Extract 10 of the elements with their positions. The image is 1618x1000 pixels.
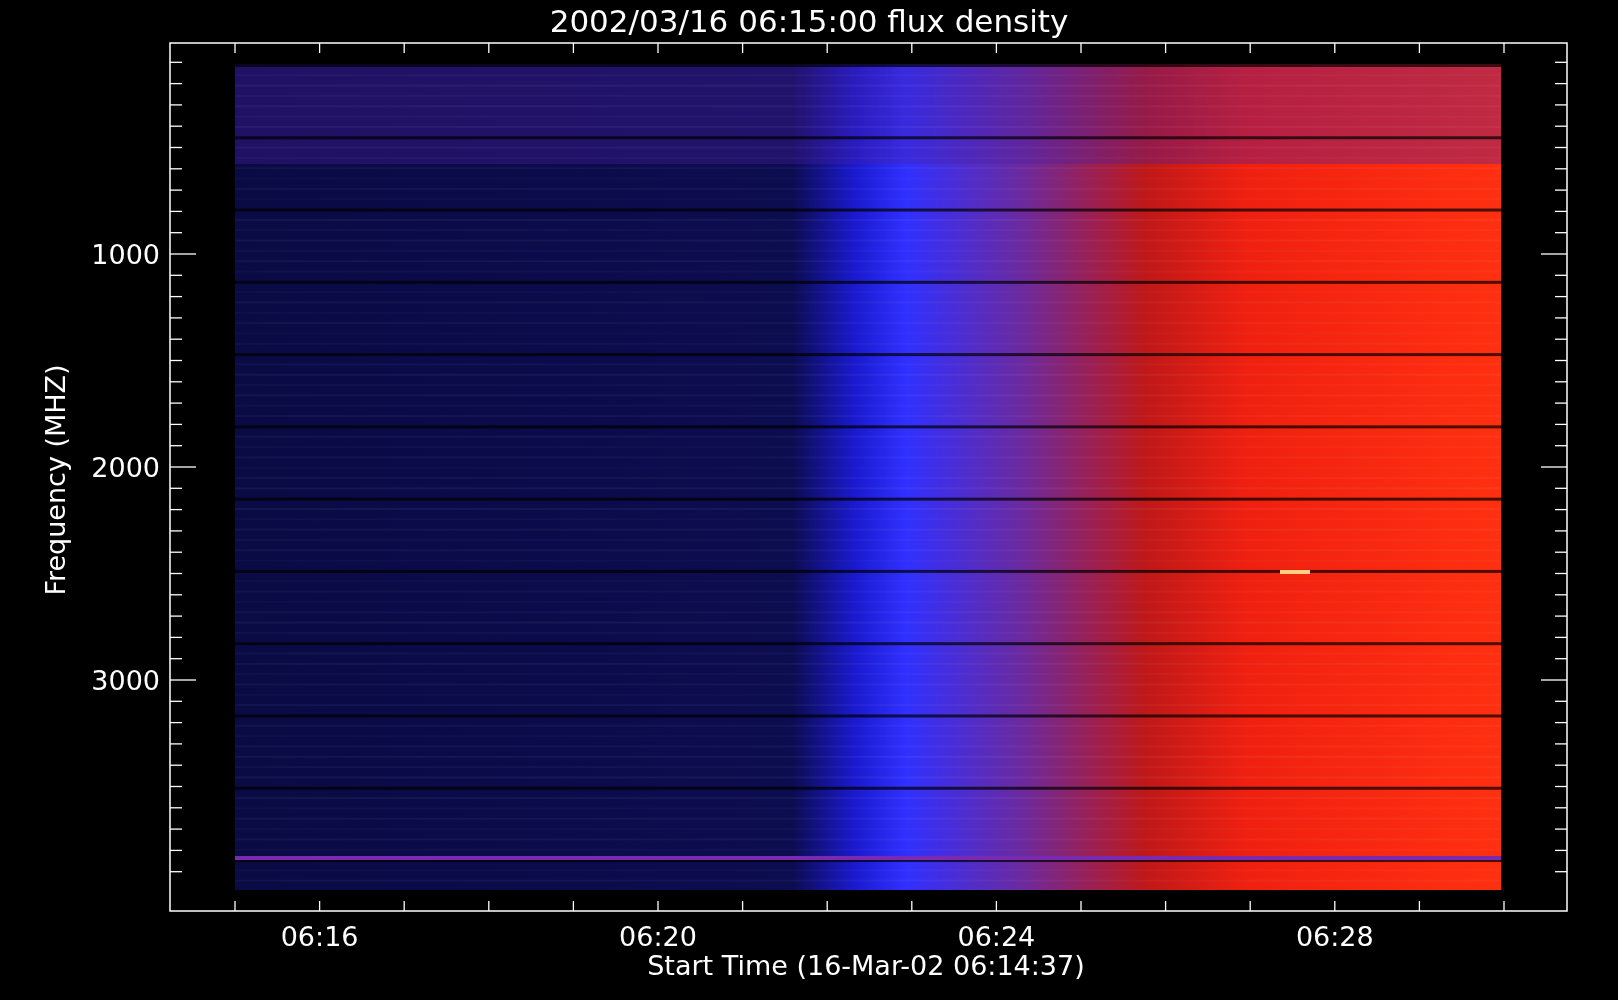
- x-tick-label: 06:16: [280, 921, 359, 952]
- y-tick-label: 2000: [91, 452, 160, 483]
- x-tick-label: 06:20: [619, 921, 697, 952]
- chart-title: 2002/03/16 06:15:00 flux density: [549, 3, 1069, 39]
- x-tick-label: 06:24: [957, 921, 1036, 952]
- y-tick-label: 1000: [91, 239, 160, 270]
- x-axis-label: Start Time (16-Mar-02 06:14:37): [647, 950, 1085, 981]
- y-axis-label: Frequency (MHZ): [40, 364, 71, 596]
- y-tick-label: 3000: [91, 665, 160, 696]
- x-tick-label: 06:28: [1295, 921, 1374, 952]
